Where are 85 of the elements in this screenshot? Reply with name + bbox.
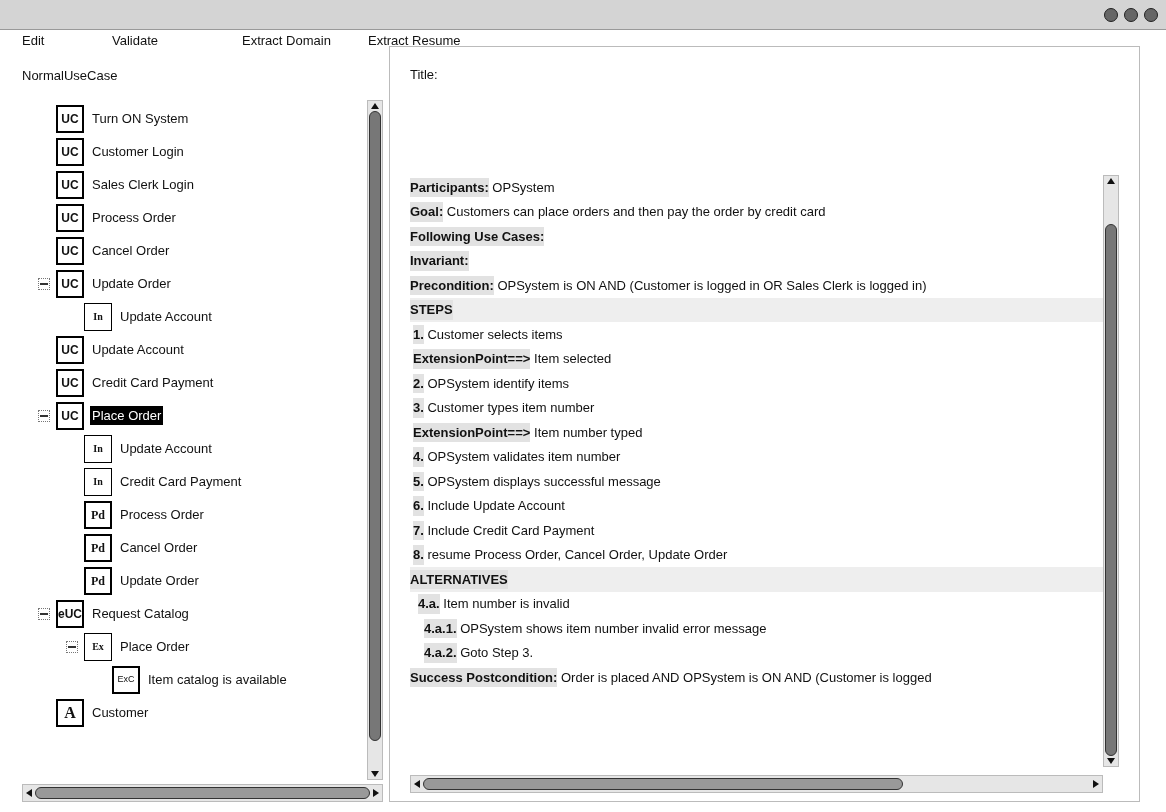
tree-item[interactable]: Request Catalog <box>90 603 191 624</box>
tree-item[interactable]: Place Order <box>118 636 192 657</box>
title-label: Title: <box>410 66 439 84</box>
detail-line: ExtensionPoint==> Item selected <box>410 346 1103 371</box>
tree-item[interactable]: Item catalog is available <box>146 669 289 690</box>
node-type-icon: UC <box>56 236 84 265</box>
tree-item[interactable]: Update Order <box>90 273 173 294</box>
detail-line: 1. Customer selects items <box>412 323 564 346</box>
node-type-icon: ExC <box>112 665 140 694</box>
node-type-icon: In <box>84 302 112 331</box>
scroll-right-icon[interactable] <box>373 789 379 797</box>
tree-item[interactable]: Update Account <box>118 306 214 327</box>
detail-line: 4. OPSystem validates item number <box>410 444 1103 469</box>
node-type-icon: In <box>84 467 112 496</box>
scroll-down-icon[interactable] <box>371 771 379 777</box>
node-type-icon: A <box>56 698 84 727</box>
scroll-thumb[interactable] <box>369 111 381 741</box>
tree-item[interactable]: Credit Card Payment <box>118 471 244 492</box>
collapse-icon[interactable] <box>38 607 50 620</box>
scroll-right-icon[interactable] <box>1093 780 1099 788</box>
scroll-up-icon[interactable] <box>371 103 379 109</box>
node-type-icon: UC <box>56 368 84 397</box>
vertical-scrollbar[interactable] <box>1103 175 1119 767</box>
scroll-thumb[interactable] <box>1105 224 1117 756</box>
node-type-icon: Ex <box>84 632 112 661</box>
detail-line: 7. Include Credit Card Payment <box>412 519 596 542</box>
node-type-icon: UC <box>56 269 84 298</box>
collapse-icon[interactable] <box>66 640 78 653</box>
detail-line: ExtensionPoint==> Item number typed <box>412 421 644 444</box>
scroll-down-icon[interactable] <box>1107 758 1115 764</box>
tree-item[interactable]: Customer Login <box>90 141 186 162</box>
scroll-thumb[interactable] <box>35 787 370 799</box>
window-button-icon[interactable] <box>1124 7 1138 22</box>
tree-item[interactable]: Update Account <box>90 339 186 360</box>
tree-item[interactable]: Update Account <box>118 438 214 459</box>
tree-item[interactable]: Credit Card Payment <box>90 372 216 393</box>
detail-line: 5. OPSystem displays successful message <box>412 470 662 493</box>
menu-item[interactable]: Edit <box>0 31 90 51</box>
detail-line: Success Postcondition: Order is placed AND OPSystem is ON AND (Customer is logged <box>410 666 933 689</box>
detail-line: Invariant: <box>410 248 1103 273</box>
collapse-icon[interactable] <box>38 409 50 422</box>
node-type-icon: UC <box>56 401 84 430</box>
detail-line: 4.a.2. Goto Step 3. <box>410 640 1103 665</box>
tree-item[interactable]: Sales Clerk Login <box>90 174 196 195</box>
window-button-icon[interactable] <box>1104 7 1118 22</box>
detail-line: 4.a. Item number is invalid <box>410 591 1103 616</box>
tree-item[interactable]: Cancel Order <box>118 537 200 558</box>
tree-title: NormalUseCase <box>22 67 119 85</box>
detail-line: Participants: OPSystem <box>410 176 556 199</box>
menu-item[interactable]: Extract Domain <box>220 31 346 51</box>
scroll-left-icon[interactable] <box>26 789 32 797</box>
detail-line: 3. Customer types item number <box>410 395 1103 420</box>
node-type-icon: Pd <box>84 533 112 562</box>
tree-item[interactable]: Cancel Order <box>90 240 172 261</box>
node-type-icon: UC <box>56 104 84 133</box>
menu-item[interactable]: Validate <box>90 31 220 51</box>
scroll-thumb[interactable] <box>423 778 903 790</box>
tree-item[interactable]: Process Order <box>90 207 178 228</box>
tree-item[interactable]: Update Order <box>118 570 201 591</box>
window-button-icon[interactable] <box>1144 7 1158 22</box>
tree-item[interactable]: Turn ON System <box>90 108 191 129</box>
tree-item[interactable]: Customer <box>90 702 151 723</box>
node-type-icon: UC <box>56 203 84 232</box>
node-type-icon: UC <box>56 137 84 166</box>
detail-line: 2. OPSystem identify items <box>412 372 571 395</box>
detail-line: 6. Include Update Account <box>410 493 1103 518</box>
detail-line: Precondition: OPSystem is ON AND (Customer is logged in OR Sales Clerk is logged in) <box>410 274 928 297</box>
scroll-left-icon[interactable] <box>414 780 420 788</box>
detail-line: 8. resume Process Order, Cancel Order, Update Order <box>410 542 1103 567</box>
vertical-scrollbar[interactable] <box>367 100 383 780</box>
detail-line: Goal: Customers can place orders and then pay the order by credit card <box>410 199 1103 224</box>
node-type-icon: UC <box>56 335 84 364</box>
node-type-icon: Pd <box>84 566 112 595</box>
horizontal-scrollbar[interactable] <box>22 784 383 802</box>
collapse-icon[interactable] <box>38 277 50 290</box>
node-type-icon: UC <box>56 170 84 199</box>
tree-item[interactable]: Process Order <box>118 504 206 525</box>
horizontal-scrollbar[interactable] <box>410 775 1103 793</box>
tree-item[interactable]: Place Order <box>90 405 164 426</box>
node-type-icon: In <box>84 434 112 463</box>
node-type-icon: Pd <box>84 500 112 529</box>
node-type-icon: eUC <box>56 599 84 628</box>
scroll-up-icon[interactable] <box>1107 178 1115 184</box>
detail-line: 4.a.1. OPSystem shows item number invalid error message <box>423 617 768 640</box>
menu-item[interactable]: Extract Resume <box>346 31 486 51</box>
